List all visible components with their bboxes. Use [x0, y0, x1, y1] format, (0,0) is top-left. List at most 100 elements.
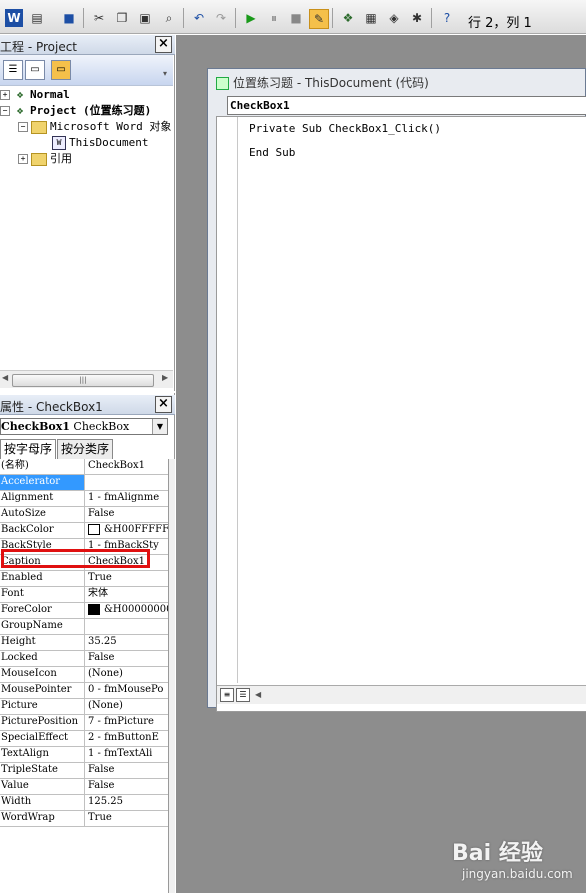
- property-row[interactable]: SpecialEffect 2 - fmButtonE: [0, 731, 168, 747]
- code-window-icon: [216, 77, 229, 90]
- code-line[interactable]: Private Sub CheckBox1_Click(): [249, 122, 441, 135]
- property-row[interactable]: Picture (None): [0, 699, 168, 715]
- watermark-brand: Bai 经验: [452, 841, 543, 866]
- watermark-url: jingyan.baidu.com: [462, 867, 573, 881]
- property-row[interactable]: Value False: [0, 779, 168, 795]
- design-mode-icon[interactable]: ✎: [309, 9, 329, 29]
- find-icon[interactable]: ⌕: [160, 9, 178, 27]
- toolbar-separator: [431, 8, 432, 28]
- toolbar-separator: [332, 8, 333, 28]
- reset-icon[interactable]: ■: [287, 9, 305, 27]
- word-icon[interactable]: W: [5, 9, 23, 27]
- procedure-view-icon[interactable]: ≡: [220, 688, 234, 702]
- folder-icon: [31, 152, 47, 166]
- project-horizontal-scrollbar[interactable]: ◀ ||| ▶: [0, 370, 173, 388]
- vba-project-icon: ❖: [16, 104, 24, 117]
- code-editor-statusbar: ≡ ☰ ◀: [217, 685, 586, 704]
- tab-alphabetic[interactable]: 按字母序: [0, 439, 57, 459]
- tree-item-word-objects[interactable]: − Microsoft Word 对象: [18, 119, 171, 135]
- toggle-folders-icon[interactable]: ▭: [51, 60, 71, 80]
- margin-indicator-bar: [217, 117, 238, 683]
- object-selector[interactable]: CheckBox1 CheckBox ▼: [0, 418, 168, 435]
- properties-grid: (名称) CheckBox1 Accelerator Alignment 1 - f…: [0, 459, 168, 827]
- property-row[interactable]: BackColor&H00FFFFFF&: [0, 523, 168, 539]
- redo-icon[interactable]: ↷: [212, 9, 230, 27]
- project-explorer: 工程 - Project × ☰ ▭ ▭ ▾ + ❖ Normal − ❖ Projec…: [0, 35, 175, 391]
- expand-icon[interactable]: +: [0, 90, 10, 100]
- copy-icon[interactable]: ❐: [113, 9, 131, 27]
- properties-title: 属性 - CheckBox1: [0, 400, 103, 414]
- standard-toolbar: W ▤ ■ ✂ ❐ ▣ ⌕ ↶ ↷ ▶ ⏸ ■ ✎ ❖ ▦ ◈ ✱ ? 行 2，…: [0, 0, 586, 34]
- chevron-down-icon[interactable]: ▾: [163, 69, 167, 78]
- property-row[interactable]: Alignment 1 - fmAlignme: [0, 491, 168, 507]
- project-explorer-title: 工程 - Project: [0, 40, 78, 54]
- object-type: CheckBox: [73, 420, 130, 433]
- run-icon[interactable]: ▶: [242, 9, 260, 27]
- scrollbar-thumb[interactable]: |||: [12, 374, 154, 387]
- scroll-right-icon[interactable]: ▶: [162, 373, 168, 382]
- view-object-icon[interactable]: ▭: [25, 60, 45, 80]
- code-editor[interactable]: Private Sub CheckBox1_Click() End Sub ≡ …: [216, 116, 586, 712]
- cut-icon[interactable]: ✂: [90, 9, 108, 27]
- property-row[interactable]: Height 35.25: [0, 635, 168, 651]
- watermark: Bai 经验 jingyan.baidu.com: [452, 835, 573, 881]
- paste-icon[interactable]: ▣: [136, 9, 154, 27]
- properties-window-icon[interactable]: ▦: [362, 9, 380, 27]
- property-row[interactable]: Enabled True: [0, 571, 168, 587]
- property-row[interactable]: GroupName: [0, 619, 168, 635]
- full-module-view-icon[interactable]: ☰: [236, 688, 250, 702]
- help-icon[interactable]: ?: [438, 9, 456, 27]
- scroll-left-icon[interactable]: ◀: [2, 373, 8, 382]
- project-explorer-header: 工程 - Project ×: [0, 35, 175, 55]
- close-icon[interactable]: ×: [155, 36, 172, 53]
- property-row[interactable]: TripleState False: [0, 763, 168, 779]
- close-icon[interactable]: ×: [155, 396, 172, 413]
- toolbar-separator: [235, 8, 236, 28]
- tree-item-project[interactable]: − ❖ Project (位置练习题): [0, 103, 151, 119]
- property-row[interactable]: MousePointer 0 - fmMousePo: [0, 683, 168, 699]
- property-row[interactable]: Locked False: [0, 651, 168, 667]
- caption-highlight-box: [1, 549, 150, 568]
- scroll-left-icon[interactable]: ◀: [255, 690, 261, 699]
- project-explorer-icon[interactable]: ❖: [339, 9, 357, 27]
- property-row[interactable]: Width 125.25: [0, 795, 168, 811]
- toolbar-separator: [83, 8, 84, 28]
- collapse-icon[interactable]: −: [0, 106, 10, 116]
- property-row[interactable]: Accelerator: [0, 475, 168, 491]
- property-row[interactable]: MouseIcon (None): [0, 667, 168, 683]
- color-swatch: [88, 604, 100, 615]
- toolbox-icon[interactable]: ✱: [408, 9, 426, 27]
- property-row[interactable]: (名称) CheckBox1: [0, 459, 168, 475]
- property-row[interactable]: TextAlign 1 - fmTextAli: [0, 747, 168, 763]
- object-combobox[interactable]: CheckBox1: [227, 96, 586, 115]
- tree-item-thisdocument[interactable]: W ThisDocument: [52, 135, 148, 151]
- property-row[interactable]: PicturePosition 7 - fmPicture: [0, 715, 168, 731]
- insert-userform-icon[interactable]: ▤: [28, 9, 46, 27]
- cursor-position: 行 2，列 1: [468, 16, 532, 31]
- property-row[interactable]: AutoSize False: [0, 507, 168, 523]
- tree-item-normal[interactable]: + ❖ Normal: [0, 87, 70, 103]
- view-code-icon[interactable]: ☰: [3, 60, 23, 80]
- project-explorer-toolbar: ☰ ▭ ▭ ▾: [0, 55, 173, 86]
- property-row[interactable]: WordWrap True: [0, 811, 168, 827]
- expand-icon[interactable]: +: [18, 154, 28, 164]
- folder-icon: [31, 120, 47, 134]
- break-icon[interactable]: ⏸: [265, 9, 283, 27]
- color-swatch: [88, 524, 100, 535]
- code-window-title: 位置练习题 - ThisDocument (代码): [233, 76, 429, 90]
- object-name: CheckBox1: [1, 420, 70, 433]
- properties-scroll-area[interactable]: [168, 459, 175, 893]
- vba-project-icon: ❖: [16, 88, 24, 101]
- tab-categorized[interactable]: 按分类序: [57, 439, 114, 459]
- tree-item-references[interactable]: + 引用: [18, 151, 72, 167]
- undo-icon[interactable]: ↶: [190, 9, 208, 27]
- chevron-down-icon[interactable]: ▼: [152, 419, 167, 434]
- toolbar-separator: [183, 8, 184, 28]
- object-browser-icon[interactable]: ◈: [385, 9, 403, 27]
- code-line[interactable]: End Sub: [249, 146, 295, 159]
- save-icon[interactable]: ■: [60, 9, 78, 27]
- collapse-icon[interactable]: −: [18, 122, 28, 132]
- properties-window: 属性 - CheckBox1 × CheckBox1 CheckBox ▼ 按字…: [0, 393, 175, 893]
- property-row[interactable]: Font 宋体: [0, 587, 168, 603]
- property-row[interactable]: ForeColor&H00000000&: [0, 603, 168, 619]
